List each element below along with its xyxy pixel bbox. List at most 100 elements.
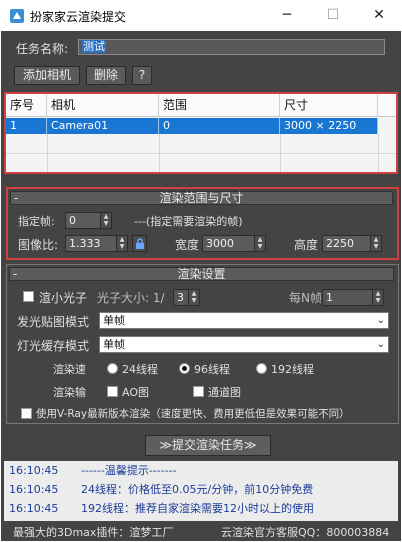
ratio-label: 图像比: [18, 238, 59, 252]
task-name-input[interactable]: 测试 [78, 39, 385, 55]
help-button[interactable]: ? [132, 66, 152, 85]
footer: 最强大的3Dmax插件：渲梦工厂 云渲染官方客服QQ：800003884 [1, 521, 401, 541]
column-header-index[interactable]: 序号 [6, 94, 47, 117]
delete-button[interactable]: 删除 [86, 66, 126, 85]
chevron-down-icon: ⌄ [376, 315, 385, 326]
height-spinner[interactable]: 2250 ▲ ▼ [322, 235, 382, 252]
render-range-title: 渲染范围与尺寸 [159, 191, 244, 205]
grid-line [378, 134, 379, 172]
log-message: 24线程：价格低至0.05元/分钟，前10分钟免费 [81, 483, 314, 496]
log-line: 16:10:45 192线程：推荐自家渲染需要12小时以上的使用 [4, 501, 398, 517]
grid-line [47, 134, 48, 172]
row-index-cell: 1 [6, 118, 47, 134]
speed-24-label: 24线程 [122, 363, 158, 376]
small-photon-checkbox[interactable] [23, 291, 34, 302]
collapse-icon: - [13, 267, 18, 281]
column-header-camera[interactable]: 相机 [47, 94, 159, 117]
column-header-size[interactable]: 尺寸 [280, 94, 378, 117]
channel-checkbox[interactable] [193, 386, 204, 397]
task-name-value: 测试 [82, 40, 106, 53]
log-panel: 16:10:45 ------温馨提示------- 16:10:45 24线程… [4, 461, 398, 521]
speed-192-label: 192线程 [271, 363, 314, 376]
camera-table[interactable]: 序号 相机 范围 尺寸 1 Camera01 0 3000 × 2250 [4, 92, 398, 174]
frame-label: 指定帧: [18, 215, 55, 228]
width-label: 宽度 [175, 238, 200, 252]
ratio-spinner[interactable]: 1.333 ▲ ▼ [65, 235, 128, 252]
spinner-arrows-icon[interactable]: ▲ ▼ [116, 236, 127, 251]
row-size-cell: 3000 × 2250 [280, 118, 378, 134]
vray-label: 使用V-Ray最新版本渲染（速度更快、费用更低但是效果可能不同） [36, 408, 350, 420]
frame-hint: ---(指定需要渲染的帧) [134, 215, 243, 228]
spinner-arrows-icon[interactable]: ▲ ▼ [188, 290, 199, 305]
vray-checkbox[interactable] [21, 408, 32, 419]
main-panel: 任务名称: 测试 添加相机 删除 ? 序号 相机 范围 尺寸 1 Camera0… [1, 31, 401, 541]
width-spinner[interactable]: 3000 ▲ ▼ [202, 235, 266, 252]
small-photon-label: 渲小光子 [39, 291, 88, 305]
ratio-value: 1.333 [69, 237, 101, 250]
irradiance-value: 单帧 [103, 314, 125, 327]
spinner-arrows-icon[interactable]: ▲ ▼ [370, 236, 381, 251]
footer-support-qq: 云渲染官方客服QQ：800003884 [221, 526, 390, 539]
photon-size-value: 3 [177, 291, 184, 304]
lightcache-value: 单帧 [103, 338, 125, 351]
render-range-rollout: - 渲染范围与尺寸 指定帧: 0 ▲ ▼ ---(指定需要渲染的帧) 图像比: 1… [6, 187, 399, 260]
channel-label: 通道图 [208, 386, 241, 399]
ao-checkbox[interactable] [107, 386, 118, 397]
log-line: 16:10:45 24线程：价格低至0.05元/分钟，前10分钟免费 [4, 482, 398, 498]
lock-icon [135, 238, 144, 249]
ao-label: AO图 [122, 386, 149, 399]
submit-render-button[interactable]: ≫提交渲染任务≫ [145, 435, 271, 456]
height-label: 高度 [294, 238, 319, 252]
every-n-spinner[interactable]: 1 ▲ ▼ [322, 289, 384, 306]
output-label: 渲染输 [53, 386, 86, 399]
speed-24-radio[interactable] [107, 363, 118, 374]
spinner-arrows-icon[interactable]: ▲ ▼ [100, 213, 111, 228]
width-value: 3000 [206, 237, 234, 250]
render-settings-header[interactable]: - 渲染设置 [9, 267, 394, 281]
window-title: 扮家家云渲染提交 [30, 10, 127, 24]
minimize-button[interactable]: ─ [264, 0, 310, 31]
lock-ratio-button[interactable] [132, 235, 147, 252]
log-message: 192线程：推荐自家渲染需要12小时以上的使用 [81, 502, 314, 515]
grid-line [280, 134, 281, 172]
table-header: 序号 相机 范围 尺寸 [6, 94, 396, 117]
task-name-label: 任务名称: [16, 42, 69, 56]
height-value: 2250 [326, 237, 354, 250]
close-button[interactable]: ✕ [356, 0, 402, 31]
spinner-arrows-icon[interactable]: ▲ ▼ [254, 236, 265, 251]
every-n-label: 每N帧 [289, 291, 322, 305]
spinner-arrows-icon[interactable]: ▲ ▼ [372, 290, 383, 305]
chevron-down-icon: ⌄ [376, 339, 385, 350]
title-bar: 扮家家云渲染提交 ─ ☐ ✕ [0, 0, 402, 31]
column-header-range[interactable]: 范围 [159, 94, 280, 117]
log-line: 16:10:45 ------温馨提示------- [4, 463, 398, 479]
render-range-header[interactable]: - 渲染范围与尺寸 [10, 191, 393, 205]
row-range-cell: 0 [159, 118, 280, 134]
footer-plugin-link[interactable]: 最强大的3Dmax插件：渲梦工厂 [13, 524, 173, 540]
log-message: ------温馨提示------- [81, 464, 177, 477]
collapse-icon: - [14, 191, 19, 205]
grid-line [159, 134, 160, 172]
add-camera-button[interactable]: 添加相机 [14, 66, 80, 85]
irradiance-dropdown[interactable]: 单帧 ⌄ [99, 312, 389, 329]
speed-96-label: 96线程 [194, 363, 230, 376]
frame-value: 0 [69, 214, 76, 227]
photon-size-label: 光子大小: 1/ [97, 291, 165, 305]
speed-192-radio[interactable] [256, 363, 267, 374]
lightcache-dropdown[interactable]: 单帧 ⌄ [99, 336, 389, 353]
log-time: 16:10:45 [9, 464, 59, 477]
grid-line [6, 153, 396, 154]
frame-spinner[interactable]: 0 ▲ ▼ [65, 212, 112, 229]
maximize-button[interactable]: ☐ [310, 0, 356, 31]
lightcache-label: 灯光缓存模式 [17, 339, 90, 353]
render-settings-rollout: - 渲染设置 渲小光子 光子大小: 1/ 3 ▲ ▼ 每N帧 1 ▲ ▼ 发光贴图模… [6, 264, 399, 424]
render-settings-title: 渲染设置 [177, 267, 226, 281]
app-icon [10, 9, 24, 23]
irradiance-label: 发光贴图模式 [17, 315, 90, 329]
row-camera-cell: Camera01 [47, 118, 159, 134]
log-time: 16:10:45 [9, 502, 59, 515]
speed-96-radio[interactable] [179, 363, 190, 374]
table-row[interactable]: 1 Camera01 0 3000 × 2250 [6, 118, 378, 134]
photon-size-spinner[interactable]: 3 ▲ ▼ [173, 289, 200, 306]
log-time: 16:10:45 [9, 483, 59, 496]
